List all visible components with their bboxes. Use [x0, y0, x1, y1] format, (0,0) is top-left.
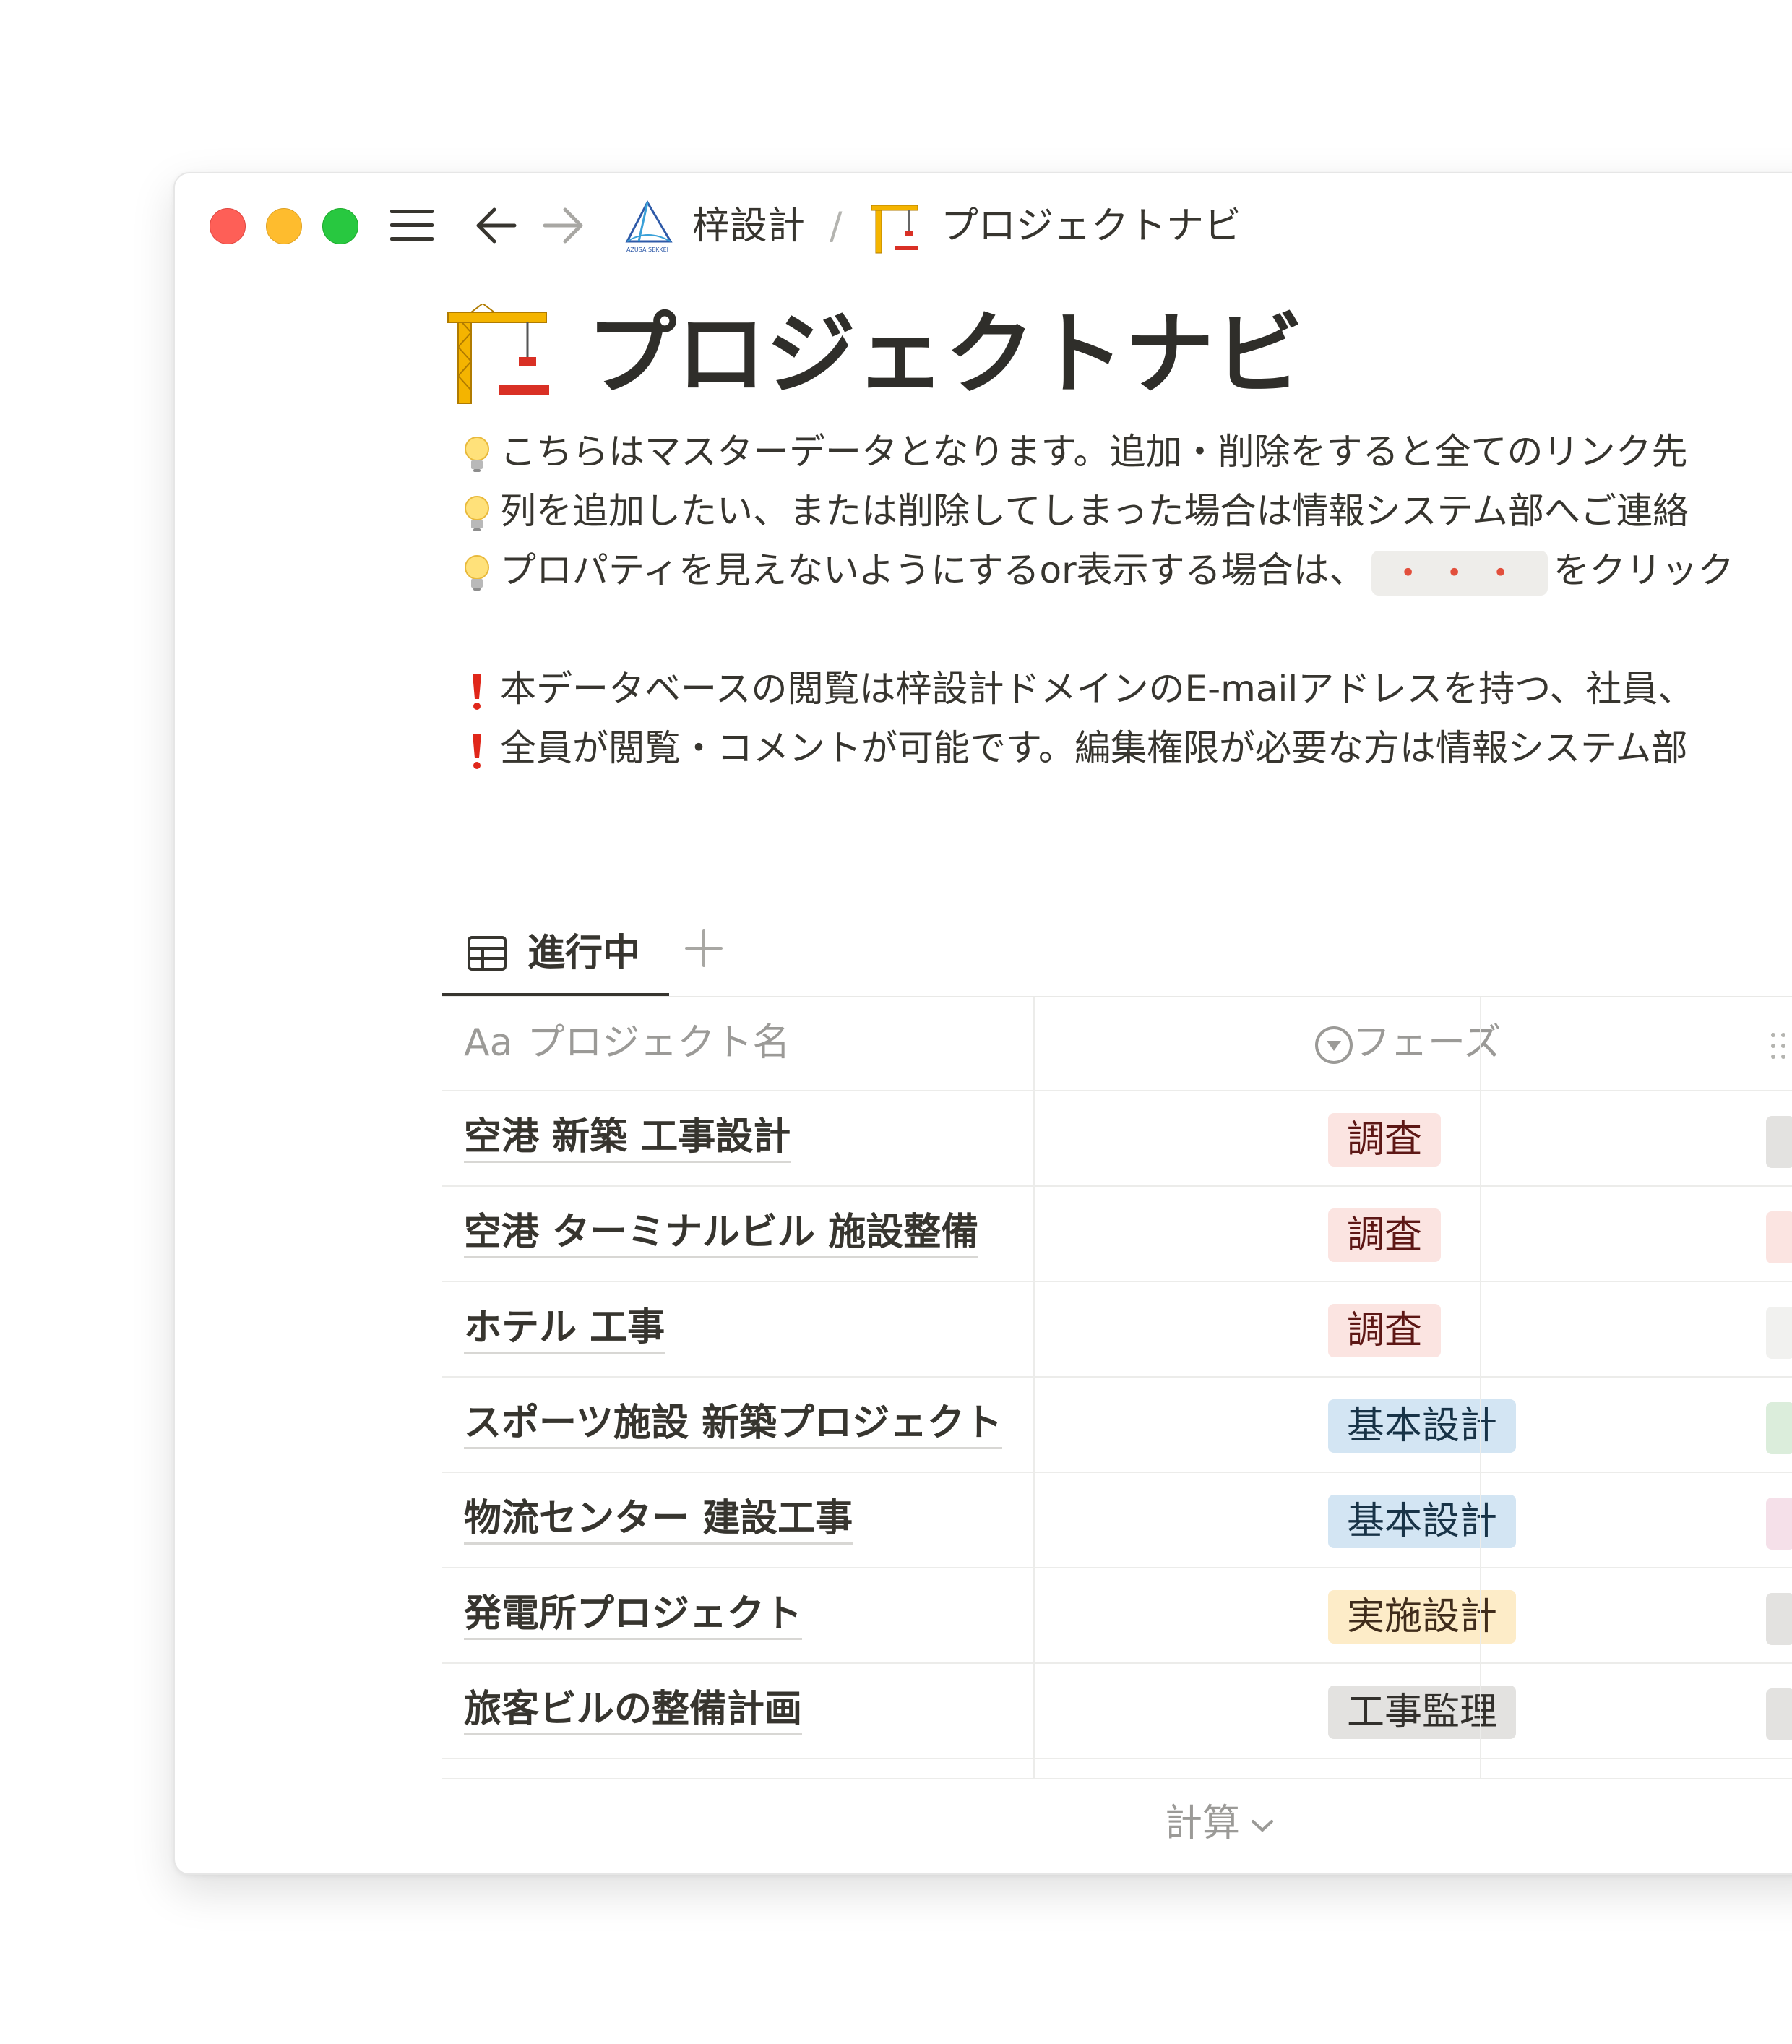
minimize-window-button[interactable] — [266, 208, 302, 244]
project-name-cell[interactable]: 発電所プロジェクト — [464, 1590, 803, 1640]
forward-arrow-icon[interactable] — [542, 205, 585, 246]
phase-tag[interactable]: 基本設計 — [1328, 1495, 1517, 1548]
callout-text: 列を追加したい、または削除してしまった場合は情報システム部へご連絡 — [500, 490, 1689, 532]
column-divider — [1033, 997, 1035, 1778]
svg-text:AZUSA SEKKEI: AZUSA SEKKEI — [626, 246, 668, 253]
table-row[interactable]: ホテル 工事 調査 — [442, 1282, 1792, 1378]
database-table: Aa プロジェクト名 フェーズ 空港 新築 工事設計 調査 空港 ターミナルビル … — [442, 997, 1792, 1759]
next-column-tag — [1766, 1211, 1792, 1263]
close-window-button[interactable] — [210, 208, 246, 244]
callout-text: こちらはマスターデータとなります。追加・削除をすると全てのリンク先 — [500, 431, 1688, 473]
project-name-cell[interactable]: 旅客ビルの整備計画 — [464, 1686, 803, 1735]
table-row[interactable]: スポーツ施設 新築プロジェクト 基本設計 — [442, 1378, 1792, 1473]
page-title[interactable]: プロジェクトナビ — [587, 301, 1304, 409]
project-name-cell[interactable]: 空港 ターミナルビル 施設整備 — [464, 1208, 979, 1258]
next-column-tag — [1766, 1116, 1792, 1168]
title-property-icon: Aa — [464, 1021, 513, 1065]
table-row[interactable]: 旅客ビルの整備計画 工事監理 — [442, 1664, 1792, 1759]
column-divider — [1480, 997, 1481, 1778]
next-column-tag — [1766, 1498, 1792, 1550]
workspace-logo-icon: AZUSA SEKKEI — [625, 199, 673, 253]
callout-line-1: こちらはマスターデータとなります。追加・削除をすると全てのリンク先 — [461, 426, 1688, 477]
phase-tag[interactable]: 調査 — [1328, 1113, 1442, 1167]
callout-line-3: プロパティを見えないようにするor表示する場合は、 ・・・ をクリック — [461, 545, 1734, 596]
drag-handle-icon[interactable] — [1765, 1028, 1792, 1064]
callout-text: をクリック — [1553, 549, 1734, 591]
callout-text: 本データベースの閲覧は梓設計ドメインのE-mailアドレスを持つ、社員、 — [500, 668, 1694, 710]
phase-tag[interactable]: 調査 — [1328, 1208, 1442, 1262]
phase-tag[interactable]: 基本設計 — [1328, 1399, 1517, 1453]
breadcrumb-page[interactable]: プロジェクトナビ — [941, 202, 1241, 250]
back-arrow-icon[interactable] — [474, 205, 517, 246]
page-crane-icon[interactable] — [447, 304, 555, 405]
callout-text: 全員が閲覧・コメントが可能です。編集権限が必要な方は情報システム部 — [500, 727, 1688, 769]
next-column-tag — [1766, 1593, 1792, 1645]
table-row[interactable]: 空港 ターミナルビル 施設整備 調査 — [442, 1187, 1792, 1282]
project-name-cell[interactable]: ホテル 工事 — [464, 1304, 665, 1354]
phase-tag[interactable]: 工事監理 — [1328, 1686, 1517, 1739]
title-bar: AZUSA SEKKEI 梓設計 / プロジェクトナビ — [175, 173, 1792, 282]
project-name-cell[interactable]: 物流センター 建設工事 — [464, 1495, 853, 1545]
lightbulb-icon — [465, 495, 489, 531]
sidebar-menu-icon[interactable] — [389, 205, 435, 246]
inline-code-more: ・・・ — [1371, 550, 1548, 596]
exclamation-icon — [473, 733, 481, 769]
phase-tag[interactable]: 実施設計 — [1328, 1590, 1517, 1644]
callout-line-2: 列を追加したい、または削除してしまった場合は情報システム部へご連絡 — [461, 486, 1689, 536]
breadcrumb-separator: / — [830, 205, 843, 248]
lightbulb-icon — [465, 436, 489, 472]
construction-crane-icon — [871, 205, 918, 254]
maximize-window-button[interactable] — [322, 208, 358, 244]
table-row[interactable]: 物流センター 建設工事 基本設計 — [442, 1473, 1792, 1568]
calculate-label: 計算 — [1165, 1802, 1241, 1845]
phase-tag[interactable]: 調査 — [1328, 1304, 1442, 1357]
callout-text: プロパティを見えないようにするor表示する場合は、 — [500, 549, 1366, 591]
project-name-cell[interactable]: スポーツ施設 新築プロジェクト — [464, 1399, 1003, 1449]
chevron-down-icon — [1252, 1820, 1274, 1832]
column-header-phase[interactable]: フェーズ — [1353, 1019, 1501, 1067]
calculate-button[interactable]: 計算 — [1165, 1800, 1275, 1847]
table-row[interactable]: 空港 新築 工事設計 調査 — [442, 1091, 1792, 1187]
project-name-cell[interactable]: 空港 新築 工事設計 — [464, 1113, 791, 1163]
select-property-icon — [1315, 1026, 1353, 1064]
table-bottom-border — [442, 1778, 1792, 1779]
app-window: AZUSA SEKKEI 梓設計 / プロジェクトナビ プロジェクトナビ こちら… — [173, 172, 1792, 1875]
table-header-row: Aa プロジェクト名 フェーズ — [442, 997, 1792, 1091]
next-column-tag — [1766, 1688, 1792, 1740]
callout-line-5: 全員が閲覧・コメントが可能です。編集権限が必要な方は情報システム部 — [461, 723, 1688, 773]
lightbulb-icon — [465, 554, 489, 591]
view-tab-in-progress[interactable]: 進行中 — [442, 911, 669, 997]
view-tab-label: 進行中 — [527, 932, 641, 975]
add-view-icon[interactable] — [684, 928, 724, 969]
table-view-icon — [468, 936, 507, 971]
next-column-tag — [1766, 1307, 1792, 1359]
callout-line-4: 本データベースの閲覧は梓設計ドメインのE-mailアドレスを持つ、社員、 — [461, 664, 1694, 714]
next-column-tag — [1766, 1402, 1792, 1454]
breadcrumb-workspace[interactable]: 梓設計 — [692, 202, 805, 250]
exclamation-icon — [473, 674, 481, 710]
column-header-project-name[interactable]: Aa プロジェクト名 — [464, 1019, 790, 1067]
table-row[interactable]: 発電所プロジェクト 実施設計 — [442, 1568, 1792, 1664]
